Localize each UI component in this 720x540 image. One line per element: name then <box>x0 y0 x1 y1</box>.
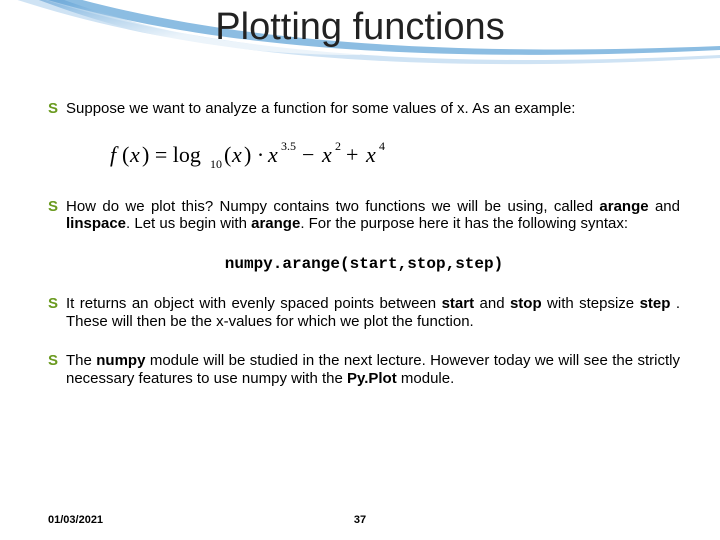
svg-text:f: f <box>110 142 119 167</box>
bullet-3-text: It returns an object with evenly spaced … <box>66 295 680 330</box>
bullet-2: S How do we plot this? Numpy contains tw… <box>48 198 680 233</box>
svg-text:x: x <box>129 142 140 167</box>
svg-text:x: x <box>365 142 376 167</box>
bullet-marker-icon: S <box>48 198 66 216</box>
svg-text:4: 4 <box>379 140 385 153</box>
code-syntax: numpy.arange(start,stop,step) <box>48 255 680 273</box>
bullet-2-text: How do we plot this? Numpy contains two … <box>66 198 680 233</box>
footer-page-number: 37 <box>0 514 720 526</box>
svg-text:(: ( <box>122 142 129 167</box>
bullet-1: S Suppose we want to analyze a function … <box>48 100 680 118</box>
bullet-1-text: Suppose we want to analyze a function fo… <box>66 100 680 118</box>
bullet-3: S It returns an object with evenly space… <box>48 295 680 330</box>
slide-body: S Suppose we want to analyze a function … <box>48 100 680 410</box>
svg-text:) = log: ) = log <box>142 142 201 167</box>
bullet-marker-icon: S <box>48 352 66 370</box>
bullet-marker-icon: S <box>48 295 66 313</box>
bullet-4: S The numpy module will be studied in th… <box>48 352 680 387</box>
slide: Plotting functions S Suppose we want to … <box>0 0 720 540</box>
svg-text:x: x <box>321 142 332 167</box>
bullet-marker-icon: S <box>48 100 66 118</box>
svg-text:10: 10 <box>210 157 222 171</box>
svg-text:) ·: ) · <box>244 142 264 167</box>
bullet-4-text: The numpy module will be studied in the … <box>66 352 680 387</box>
svg-text:x: x <box>231 142 242 167</box>
svg-text:x: x <box>267 142 278 167</box>
svg-text:−: − <box>302 142 314 167</box>
svg-text:(: ( <box>224 142 231 167</box>
slide-title: Plotting functions <box>0 6 720 49</box>
svg-text:+: + <box>346 142 358 167</box>
svg-text:3.5: 3.5 <box>281 140 296 153</box>
formula: f ( x ) = log 10 ( x ) · x 3.5 − x 2 + x… <box>110 140 680 172</box>
svg-text:2: 2 <box>335 140 341 153</box>
